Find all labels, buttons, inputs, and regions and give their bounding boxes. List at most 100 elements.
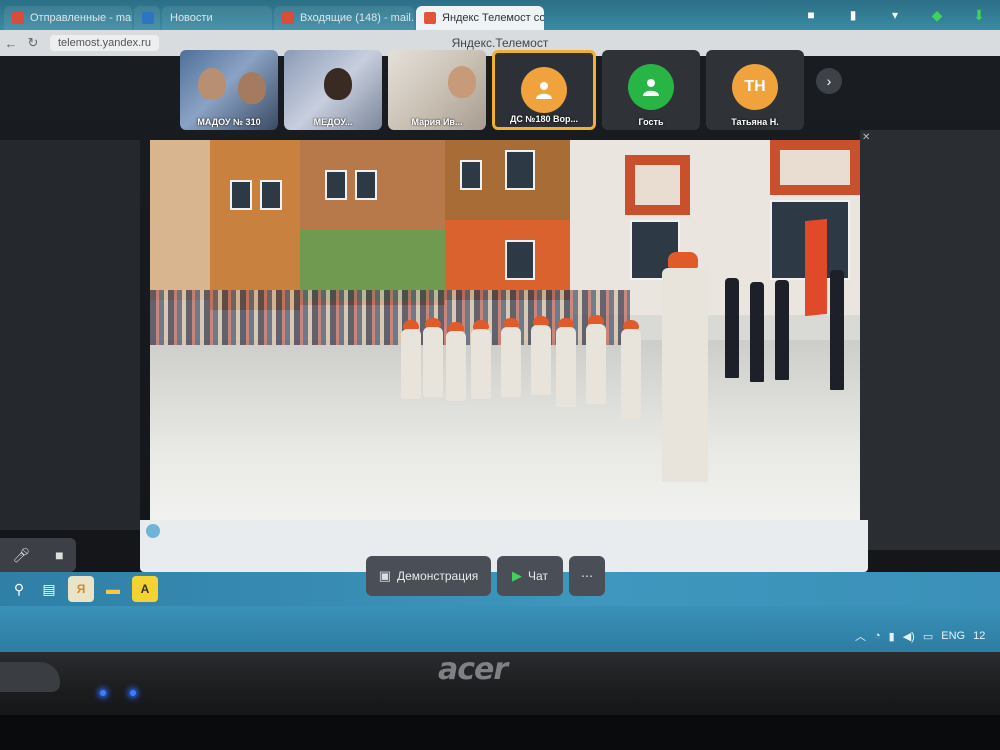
participant-video [324,68,352,100]
photo-scene: Отправленные - mail.r Новости Входящие (… [0,0,1000,750]
chat-icon: ▶ [512,568,523,583]
marching-child [555,318,577,408]
chat-button[interactable]: ▶ Чат [497,556,563,596]
bookmark-icon[interactable]: ▾ [888,8,902,22]
url-field[interactable]: telemost.yandex.ru [50,35,159,51]
marching-child [620,320,642,420]
red-flag [805,218,827,317]
screen-share-label: Демонстрация [397,569,479,583]
participant-tile[interactable]: МАДОУ № 310 [180,50,278,130]
browser-tab-vk[interactable] [134,6,160,30]
participant-name: МЕДОУ... [313,117,353,127]
mail-icon [282,12,294,24]
marching-child [470,320,492,400]
main-video-stream [150,140,860,525]
camera-icon[interactable]: ■ [804,8,818,22]
honor-guard [775,280,789,380]
language-indicator[interactable]: ENG [941,630,965,642]
browser-tab-mail-inbox[interactable]: Входящие (148) - mail.r [274,6,414,30]
participant-strip: МАДОУ № 310 МЕДОУ... Мария Ив... ДС №180… [180,50,870,134]
shield-icon[interactable]: ◆ [930,8,944,22]
more-icon: ⋯ [581,569,593,583]
close-icon[interactable]: ✕ [862,132,870,143]
task-view-icon[interactable]: ▤ [34,581,64,598]
chat-label: Чат [528,569,548,583]
building [210,140,300,310]
microphone-icon[interactable]: ▮ [889,630,895,643]
participant-video [238,72,266,104]
laptop-hinge [0,662,60,692]
battery-icon[interactable]: ▭ [923,630,933,643]
conference-background-right [860,130,1000,550]
network-icon[interactable]: ◔ [874,630,881,642]
browser-tab-strip: Отправленные - mail.r Новости Входящие (… [0,0,1000,30]
window [355,170,377,200]
window [505,240,535,280]
user-avatar-initials: ТН [732,64,778,110]
browser-toolbar-right: ■ ▮ ▾ ◆ ⬇ [790,0,1000,30]
conference-background-left [0,140,140,530]
reload-icon[interactable]: ↻ [22,35,44,51]
window [460,160,482,190]
download-icon[interactable]: ⬇ [972,8,986,22]
screen-share-icon: ▣ [378,568,391,583]
window [325,170,347,200]
participant-name: Татьяна Н. [731,117,779,127]
person-icon [536,82,552,99]
app-icon[interactable]: A [132,576,158,602]
camera-icon[interactable]: ■ [55,547,63,563]
tab-label: Отправленные - mail.r [30,12,132,24]
marching-child [585,315,607,405]
chevron-up-icon[interactable]: ︿ [855,628,866,644]
microphone-icon[interactable]: ▮ [846,8,860,22]
taskbar-reflection [0,606,1000,656]
participant-name: Гость [638,117,664,127]
next-participants-button[interactable]: › [816,68,842,94]
volume-icon[interactable]: ◀︎) [903,630,915,643]
back-icon[interactable]: ← [0,36,22,51]
screen-share-button[interactable]: ▣ Демонстрация [366,556,491,596]
participant-video [448,66,476,98]
yandex-browser-icon[interactable]: Я [68,576,94,602]
yandex-icon [424,12,436,24]
participant-tile[interactable]: ТН Татьяна Н. [706,50,804,130]
person-icon [643,79,659,96]
building-red-panel [770,140,860,195]
marching-child [445,322,467,402]
window [260,180,282,210]
microphone-icon[interactable]: 🎤︎ [12,547,30,564]
honor-guard [750,282,764,382]
browser-tab-telemost[interactable]: Яндекс Телемост созд [416,6,544,30]
participant-tile[interactable]: МЕДОУ... [284,50,382,130]
tab-label: Яндекс Телемост созд [442,12,544,24]
honor-guard [725,278,739,378]
user-avatar-icon [521,67,567,113]
marching-child [530,316,552,396]
vk-icon [142,12,154,24]
laptop-logo: acer [438,652,508,687]
more-button[interactable]: ⋯ [569,556,605,596]
folder-icon[interactable]: ▬ [98,581,128,597]
participant-tile[interactable]: Гость [602,50,700,130]
clock[interactable]: 12 [973,630,985,642]
mail-icon [12,12,24,24]
marching-child [400,320,422,400]
search-icon[interactable]: ⚲ [4,581,34,598]
participant-video [198,68,226,100]
participant-tile[interactable]: Мария Ив... [388,50,486,130]
tab-label: Входящие (148) - mail.r [300,12,414,24]
user-avatar-icon [628,64,674,110]
building [150,140,210,300]
window [505,150,535,190]
browser-tab-mail-sent[interactable]: Отправленные - mail.r [4,6,132,30]
window [230,180,252,210]
keyboard [0,715,1000,750]
system-tray: ︿ ◔ ▮ ◀︎) ▭ ENG 12 [855,625,985,647]
status-led [130,690,136,696]
participant-tile-speaking[interactable]: ДС №180 Вор... [492,50,596,130]
building-red-panel [625,155,690,215]
participant-name: ДС №180 Вор... [510,114,578,124]
browser-tab-news[interactable]: Новости [162,6,272,30]
marching-child-leader [660,252,710,482]
status-led [100,690,106,696]
